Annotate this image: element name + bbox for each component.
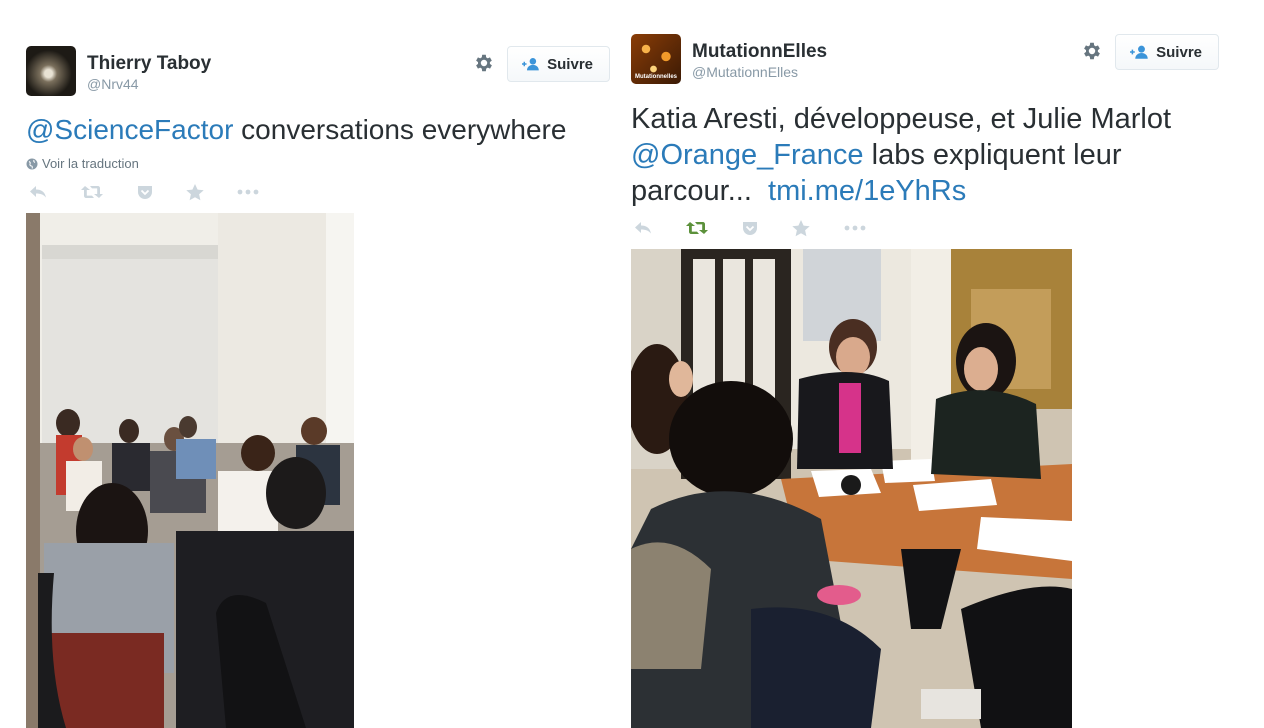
translate-label: Voir la traduction bbox=[42, 156, 139, 171]
more-dots-icon[interactable] bbox=[236, 182, 260, 202]
follow-person-icon bbox=[522, 58, 539, 71]
author-block: MutationnElles @MutationnElles bbox=[692, 41, 827, 81]
tweet-body-line2: labs expliquent leur bbox=[863, 139, 1122, 171]
translate-link[interactable]: Voir la traduction bbox=[26, 156, 139, 171]
follow-button[interactable]: Suivre bbox=[1115, 34, 1219, 70]
handle[interactable]: @Nrv44 bbox=[87, 75, 211, 93]
tweet-photo[interactable] bbox=[631, 249, 1072, 728]
avatar[interactable] bbox=[26, 46, 76, 96]
author-block: Thierry Taboy @Nrv44 bbox=[87, 53, 211, 93]
gear-icon[interactable] bbox=[1081, 40, 1103, 62]
avatar[interactable]: Mutationnelles bbox=[631, 34, 681, 84]
more-dots-icon[interactable] bbox=[843, 218, 867, 238]
follow-person-icon bbox=[1130, 45, 1148, 59]
handle[interactable]: @MutationnElles bbox=[692, 63, 827, 81]
follow-button[interactable]: Suivre bbox=[507, 46, 610, 82]
display-name[interactable]: Thierry Taboy bbox=[87, 53, 211, 75]
follow-label: Suivre bbox=[1156, 43, 1202, 61]
tweet-photo[interactable] bbox=[26, 213, 354, 728]
mention-link[interactable]: @ScienceFactor bbox=[26, 114, 233, 145]
pocket-icon[interactable] bbox=[133, 182, 157, 202]
mention-link[interactable]: @Orange_France bbox=[631, 139, 864, 171]
favorite-star-icon[interactable] bbox=[789, 218, 813, 238]
retweet-icon[interactable] bbox=[80, 182, 104, 202]
retweet-icon[interactable] bbox=[685, 218, 709, 238]
reply-icon[interactable] bbox=[26, 182, 50, 202]
tweet-body-line1: Katia Aresti, développeuse, et Julie Mar… bbox=[631, 103, 1172, 135]
tweet-body: conversations everywhere bbox=[233, 114, 567, 145]
avatar-caption: Mutationnelles bbox=[635, 74, 678, 80]
globe-icon bbox=[26, 158, 38, 169]
tweet-body-line3: parcour... bbox=[631, 175, 769, 207]
url-link[interactable]: tmi.me/1eYhRs bbox=[768, 175, 966, 207]
tweet-text: @ScienceFactor conversations everywhere bbox=[26, 112, 566, 148]
follow-label: Suivre bbox=[547, 55, 593, 73]
reply-icon[interactable] bbox=[631, 218, 655, 238]
gear-icon[interactable] bbox=[473, 52, 495, 74]
favorite-star-icon[interactable] bbox=[183, 182, 207, 202]
display-name[interactable]: MutationnElles bbox=[692, 41, 827, 63]
tweet-text: Katia Aresti, développeuse, et Julie Mar… bbox=[631, 101, 1191, 209]
pocket-icon[interactable] bbox=[738, 218, 762, 238]
